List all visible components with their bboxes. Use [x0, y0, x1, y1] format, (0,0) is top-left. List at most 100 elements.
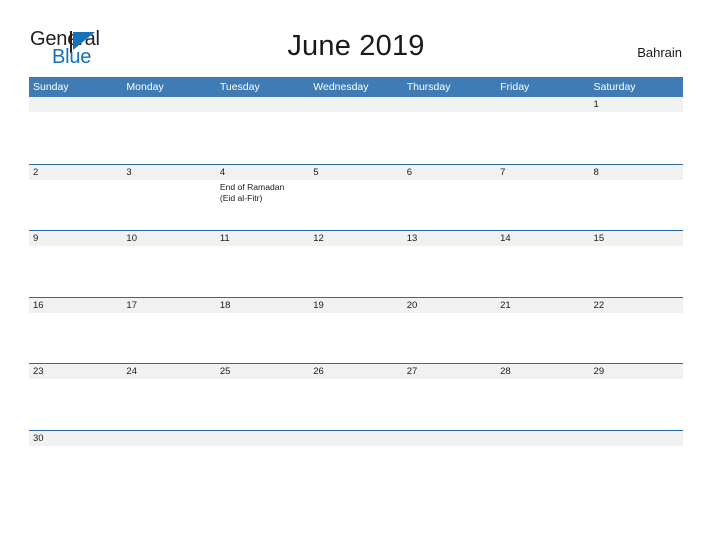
week-date-number-band: 30	[29, 430, 683, 446]
day-cell[interactable]	[590, 112, 683, 162]
day-cell[interactable]	[496, 180, 589, 230]
weekday-header-thursday: Thursday	[406, 81, 451, 93]
day-number[interactable]: 15	[590, 231, 683, 246]
day-cell[interactable]	[122, 379, 215, 429]
day-cell[interactable]	[403, 180, 496, 230]
day-cell[interactable]	[309, 379, 402, 429]
day-cell[interactable]	[122, 180, 215, 230]
day-cell[interactable]	[122, 246, 215, 296]
day-number	[29, 97, 122, 112]
day-event-text: (Eid al-Fitr)	[219, 193, 263, 203]
day-cell	[590, 446, 683, 496]
day-cell	[403, 112, 496, 162]
day-cell[interactable]	[590, 246, 683, 296]
day-number[interactable]: 8	[590, 165, 683, 180]
day-cell[interactable]	[216, 313, 309, 363]
day-number[interactable]: 29	[590, 364, 683, 379]
calendar-week-row: 16 17 18 19 20 21 22	[29, 296, 683, 364]
day-cell[interactable]	[216, 379, 309, 429]
day-number[interactable]: 24	[122, 364, 215, 379]
day-number	[309, 431, 402, 446]
day-cell	[29, 112, 122, 162]
day-event-text: End of Ramadan	[219, 181, 285, 192]
day-number	[590, 431, 683, 446]
day-number[interactable]: 16	[29, 298, 122, 313]
day-number[interactable]: 11	[216, 231, 309, 246]
day-number[interactable]: 12	[309, 231, 402, 246]
day-cell	[496, 446, 589, 496]
day-cell[interactable]	[309, 313, 402, 363]
weekday-header-saturday: Saturday	[593, 81, 636, 93]
day-number	[122, 431, 215, 446]
week-event-band	[29, 445, 683, 496]
day-cell	[309, 112, 402, 162]
day-cell[interactable]	[29, 446, 122, 496]
day-number	[216, 431, 309, 446]
day-number[interactable]: 5	[309, 165, 402, 180]
weekday-header-wednesday: Wednesday	[313, 81, 369, 93]
day-number[interactable]: 9	[29, 231, 122, 246]
day-cell[interactable]	[590, 379, 683, 429]
day-number[interactable]: 13	[403, 231, 496, 246]
day-cell[interactable]	[590, 313, 683, 363]
day-number[interactable]: 17	[122, 298, 215, 313]
week-date-number-band: 23 24 25 26 27 28 29	[29, 364, 683, 379]
weekday-header-friday: Friday	[500, 81, 530, 93]
day-number	[403, 97, 496, 112]
day-number[interactable]: 27	[403, 364, 496, 379]
day-cell	[496, 112, 589, 162]
day-cell[interactable]	[496, 379, 589, 429]
day-number[interactable]: 1	[590, 97, 683, 112]
day-cell	[309, 446, 402, 496]
calendar-page: General Blue June 2019 Bahrain Sunday Mo…	[0, 0, 712, 550]
day-cell	[122, 112, 215, 162]
day-number[interactable]: 10	[122, 231, 215, 246]
week-event-band	[29, 379, 683, 429]
day-cell[interactable]	[403, 246, 496, 296]
weekday-header-tuesday: Tuesday	[219, 81, 260, 93]
calendar-week-row: 1	[29, 97, 683, 164]
day-number[interactable]: 25	[216, 364, 309, 379]
day-number[interactable]: 21	[496, 298, 589, 313]
day-cell[interactable]	[590, 180, 683, 230]
day-number[interactable]: 6	[403, 165, 496, 180]
day-cell[interactable]	[29, 180, 122, 230]
calendar-week-row: 9 10 11 12 13 14 15	[29, 230, 683, 297]
day-cell	[122, 446, 215, 496]
day-number	[122, 97, 215, 112]
day-cell	[403, 446, 496, 496]
day-number[interactable]: 4	[216, 165, 309, 180]
day-cell[interactable]	[122, 313, 215, 363]
day-cell[interactable]: End of Ramadan (Eid al-Fitr)	[216, 180, 309, 230]
day-cell[interactable]	[309, 246, 402, 296]
calendar-week-row: 2 3 4 5 6 7 8 End of Ramadan (Eid al-Fitr)	[29, 163, 683, 231]
day-number[interactable]: 18	[216, 298, 309, 313]
day-cell[interactable]	[403, 379, 496, 429]
day-number[interactable]: 30	[29, 431, 122, 446]
day-number[interactable]: 14	[496, 231, 589, 246]
weekday-header-monday: Monday	[126, 81, 164, 93]
day-number[interactable]: 22	[590, 298, 683, 313]
day-cell[interactable]	[403, 313, 496, 363]
country-label: Bahrain	[637, 45, 682, 60]
day-cell[interactable]	[216, 246, 309, 296]
week-date-number-band: 16 17 18 19 20 21 22	[29, 297, 683, 313]
day-cell	[216, 446, 309, 496]
day-number[interactable]: 2	[29, 165, 122, 180]
day-number[interactable]: 23	[29, 364, 122, 379]
day-cell[interactable]	[496, 246, 589, 296]
day-cell[interactable]	[309, 180, 402, 230]
day-cell[interactable]	[29, 379, 122, 429]
day-number[interactable]: 7	[496, 165, 589, 180]
day-cell[interactable]	[29, 246, 122, 296]
day-number[interactable]: 19	[309, 298, 402, 313]
day-number	[216, 97, 309, 112]
week-event-band	[29, 246, 683, 296]
day-number[interactable]: 28	[496, 364, 589, 379]
day-cell[interactable]	[496, 313, 589, 363]
day-cell[interactable]	[29, 313, 122, 363]
day-number[interactable]: 3	[122, 165, 215, 180]
day-number[interactable]: 26	[309, 364, 402, 379]
day-number[interactable]: 20	[403, 298, 496, 313]
calendar-weeks: 1 2 3 4 5 6 7 8 End of Ramadan (Eid al-Fitr) 9 10 11…	[29, 97, 683, 496]
